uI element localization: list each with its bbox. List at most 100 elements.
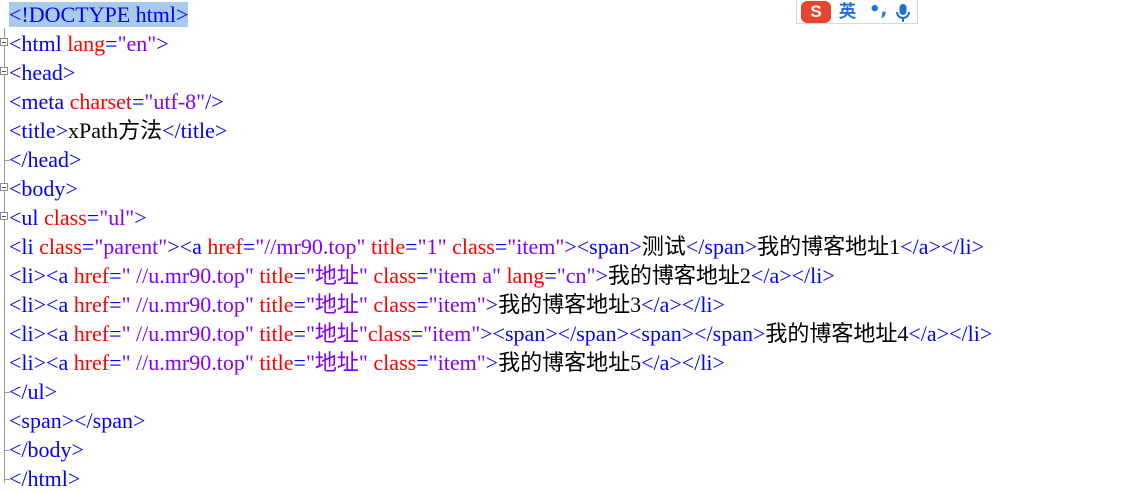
code-token: > [485, 292, 499, 317]
code-token: </ul> [9, 379, 58, 404]
code-token: 我的博客地址2 [607, 263, 751, 288]
code-token: </title> [162, 118, 228, 143]
code-line[interactable]: <li class="parent"><a href="//mr90.top" … [9, 232, 984, 261]
code-line[interactable]: <span></span> [9, 406, 145, 435]
code-line[interactable]: <li><a href=" //u.mr90.top" title="地址" c… [9, 348, 725, 377]
code-line[interactable]: </head> [9, 145, 81, 174]
code-line[interactable]: <html lang="en"> [9, 29, 169, 58]
code-token: "地址" [305, 292, 368, 317]
code-token: = [405, 234, 418, 259]
code-token: = [293, 292, 306, 317]
code-token: <!DOCTYPE html> [9, 2, 189, 27]
code-token: = [544, 263, 557, 288]
code-token: = [109, 292, 122, 317]
code-token: <title> [9, 118, 69, 143]
code-line[interactable]: <head> [9, 58, 75, 87]
code-token: = [293, 263, 306, 288]
sogou-logo-icon[interactable]: S [801, 1, 831, 23]
code-token: <ul [9, 205, 45, 230]
code-token: </html> [9, 466, 81, 491]
code-editor[interactable]: <!DOCTYPE html> <html lang="en"> <head> <me… [0, 0, 1133, 493]
code-token: class [44, 205, 87, 230]
code-token: ><a [167, 234, 208, 259]
code-line[interactable]: <!DOCTYPE html> [9, 0, 189, 29]
code-token: <li [9, 234, 40, 259]
code-token: 我的博客地址3 [498, 292, 642, 317]
microphone-icon[interactable] [893, 3, 913, 23]
code-line[interactable]: </ul> [9, 377, 57, 406]
code-token: " //u.mr90.top" [121, 263, 254, 288]
code-token: "item" [423, 321, 481, 346]
code-token: = [416, 292, 429, 317]
code-token: lang [67, 31, 106, 56]
code-line[interactable]: <li><a href=" //u.mr90.top" title="地址" c… [9, 290, 725, 319]
code-token: 我的博客地址5 [498, 350, 642, 375]
code-token: href [73, 292, 110, 317]
code-token: "item a" [428, 263, 501, 288]
code-token: </head> [9, 147, 82, 172]
code-token: class [373, 292, 417, 317]
code-token: = [494, 234, 508, 259]
code-token: <span></span> [9, 408, 146, 433]
code-token: class [367, 321, 411, 346]
code-token: > [156, 31, 169, 56]
code-token: /> [205, 89, 224, 114]
code-token: "ul" [99, 205, 135, 230]
code-token: " //u.mr90.top" [121, 292, 254, 317]
code-line[interactable]: <title>xPath方法</title> [9, 116, 227, 145]
code-token: 我的博客地址1 [757, 234, 901, 259]
code-token: lang [506, 263, 545, 288]
code-token: href [73, 263, 110, 288]
code-token: href [207, 234, 243, 259]
code-token: = [86, 205, 100, 230]
code-token: = [81, 234, 95, 259]
code-line[interactable]: <ul class="ul"> [9, 203, 147, 232]
code-token: href [73, 321, 110, 346]
code-token: <head> [9, 60, 76, 85]
ime-punctuation-mode[interactable]: •, [869, 0, 887, 24]
code-token: </span> [685, 234, 758, 259]
code-line[interactable]: <meta charset="utf-8"/> [9, 87, 224, 116]
code-token: "cn" [556, 263, 596, 288]
code-token: </a></li> [641, 292, 725, 317]
code-token: > [595, 263, 608, 288]
code-token: charset [69, 89, 132, 114]
code-token: <li><a [9, 263, 74, 288]
code-token: = [293, 350, 306, 375]
ime-language-mode[interactable]: 英 [839, 0, 856, 24]
fold-toggle-html[interactable] [0, 38, 8, 46]
code-token: title [259, 350, 294, 375]
code-token: "item" [428, 292, 486, 317]
ime-toolbar[interactable]: S 英 •, [796, 0, 918, 24]
code-token: = [109, 321, 122, 346]
fold-gutter [4, 28, 5, 483]
code-token: class [452, 234, 495, 259]
code-token: <li><a [9, 292, 74, 317]
code-token: </a></li> [908, 321, 993, 346]
code-token: = [416, 263, 429, 288]
code-line[interactable]: <li><a href=" //u.mr90.top" title="地址"cl… [9, 319, 992, 348]
code-line[interactable]: </body> [9, 435, 84, 464]
code-token: title [259, 321, 294, 346]
code-token: <meta [9, 89, 70, 114]
code-token: 测试 [641, 234, 686, 259]
code-token: "en" [117, 31, 157, 56]
code-token: "1" [417, 234, 447, 259]
code-token: 我的博客地址4 [765, 321, 909, 346]
fold-toggle-ul[interactable] [0, 212, 8, 220]
code-token: "item" [428, 350, 486, 375]
code-line[interactable]: <body> [9, 174, 78, 203]
fold-toggle-body[interactable] [0, 183, 8, 191]
code-token: = [416, 350, 429, 375]
code-token: "地址" [305, 350, 368, 375]
fold-toggle-head[interactable] [0, 67, 8, 75]
code-token: "item" [507, 234, 565, 259]
code-token: "utf-8" [144, 89, 206, 114]
code-line[interactable]: <li><a href=" //u.mr90.top" title="地址" c… [9, 261, 835, 290]
code-token: "parent" [94, 234, 168, 259]
code-token: </body> [9, 437, 84, 462]
code-token: = [242, 234, 256, 259]
code-token: = [131, 89, 145, 114]
code-line[interactable]: </html> [9, 464, 80, 493]
code-token: <li><a [9, 350, 74, 375]
